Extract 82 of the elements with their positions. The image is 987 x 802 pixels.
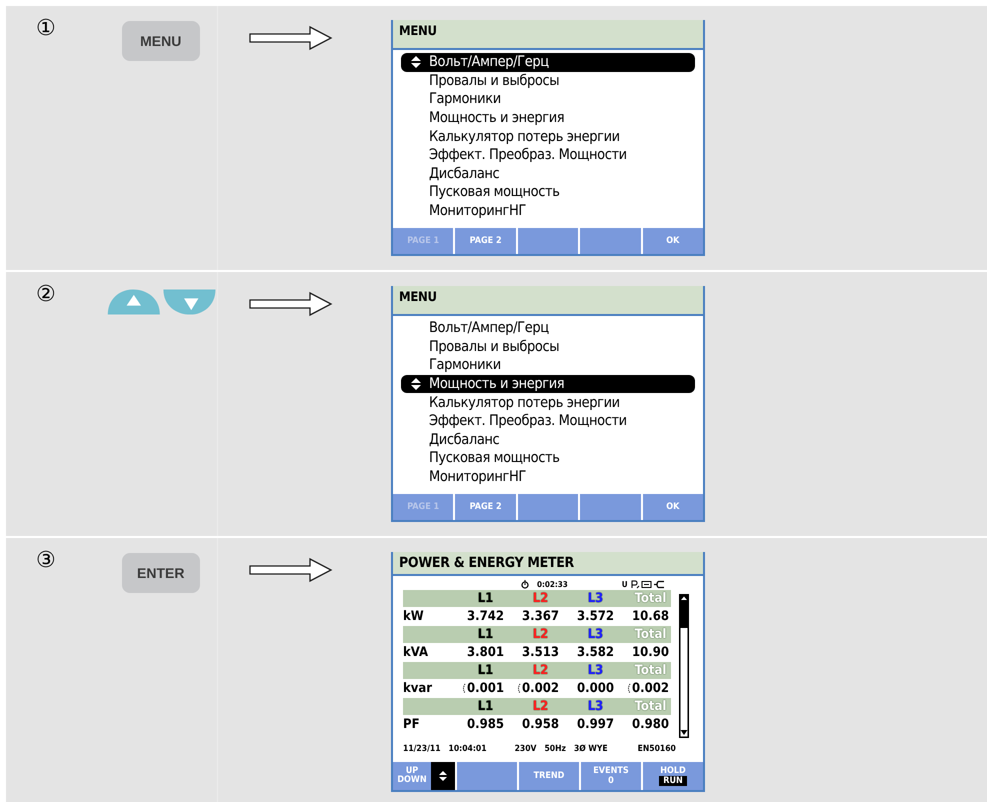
phase-header: L1 (476, 699, 494, 714)
menu-item[interactable]: Мощность и энергия (401, 108, 695, 128)
measurement-value: 3.801 (467, 645, 504, 660)
screen-title: POWER & ENERGY METER (393, 552, 703, 576)
screen-title: MENU (393, 286, 703, 316)
menu-item[interactable]: Калькулятор потерь энергии (401, 393, 695, 412)
menu-item[interactable]: Дисбаланс (401, 430, 695, 450)
menu-item[interactable]: Пусковая мощность (401, 449, 695, 468)
phase-header: L3 (586, 591, 604, 606)
unit-label: kVA (403, 645, 429, 660)
menu-item[interactable]: Вольт/Ампер/Герц (401, 53, 695, 72)
menu-item[interactable]: Калькулятор потерь энергии (401, 127, 695, 146)
hardware-key[interactable]: MENU (122, 21, 200, 61)
measurement-value: 0.002 (522, 681, 559, 696)
softkey[interactable]: HOLD RUN (643, 762, 703, 790)
menu-item[interactable]: Мощность и энергия (401, 374, 695, 394)
unit-label: kvar (403, 681, 434, 696)
stopwatch-icon (521, 580, 529, 588)
measurement-value: 10.68 (632, 609, 669, 624)
status-text: 50Hz (544, 744, 566, 754)
phase-header: L3 (586, 627, 604, 642)
menu-item[interactable]: Провалы и выбросы (401, 72, 695, 90)
step-number: ① (36, 18, 56, 40)
menu-item[interactable]: Эффект. Преобраз. Мощности (401, 146, 695, 165)
up-arrow-key-icon[interactable] (108, 289, 160, 315)
status-icons-drawing (630, 580, 665, 588)
menu-item[interactable]: Пусковая мощность (401, 183, 695, 202)
phase-header: L3 (586, 699, 604, 714)
status-text: 3Ø WYE (574, 744, 608, 754)
scrollbar[interactable] (679, 594, 689, 738)
hardware-key[interactable]: ENTER (122, 553, 200, 593)
right-arrow-icon (248, 24, 334, 52)
phase-header: L2 (532, 699, 550, 714)
phase-header: L2 (532, 663, 550, 678)
phase-header: Total (634, 663, 668, 678)
phase-header: Total (634, 591, 668, 606)
up-down-icon (411, 378, 421, 390)
menu-item[interactable]: Гармоники (401, 356, 695, 375)
unit-label: kW (403, 609, 425, 624)
measurement-value: 0.000 (577, 681, 614, 696)
status-text: 10:04:01 (448, 744, 487, 754)
phase-header: Total (634, 627, 668, 642)
up-down-icon (411, 56, 421, 68)
menu-item[interactable]: Гармоники (401, 90, 695, 109)
down-arrow-key-icon[interactable] (163, 289, 216, 315)
up-down-icon (439, 771, 447, 781)
status-text: 230V (514, 744, 536, 754)
phase-header: L3 (586, 663, 604, 678)
status-letter: U (622, 580, 628, 588)
measurement-value: 0.958 (522, 717, 559, 732)
measurement-value: 0.997 (577, 717, 614, 732)
phase-header: L1 (476, 591, 494, 606)
menu-item[interactable]: Дисбаланс (401, 164, 695, 184)
menu-item[interactable]: Вольт/Ампер/Герц (401, 319, 695, 338)
elapsed-time: 0:02:33 (537, 580, 568, 588)
right-arrow-icon (248, 556, 334, 584)
right-arrow-icon (248, 290, 334, 318)
phase-header: Total (634, 699, 668, 714)
step-number: ③ (36, 550, 56, 572)
phase-header: L2 (532, 591, 550, 606)
measurement-value: 3.513 (522, 645, 559, 660)
menu-item[interactable]: Провалы и выбросы (401, 338, 695, 356)
measurement-value: 10.90 (632, 645, 669, 660)
measurement-value: 0.980 (632, 717, 669, 732)
measurement-value: 0.002 (632, 681, 669, 696)
menu-item[interactable]: МониторингНГ (401, 468, 695, 486)
measurement-value: 0.001 (467, 681, 504, 696)
status-text: 11/23/11 (403, 744, 441, 754)
measurement-value: 3.582 (577, 645, 614, 660)
status-text: EN50160 (638, 744, 676, 754)
menu-item[interactable]: Эффект. Преобраз. Мощности (401, 412, 695, 431)
phase-header: L1 (476, 663, 494, 678)
phase-header: L2 (532, 627, 550, 642)
unit-label: PF (403, 717, 421, 732)
measurement-value: 0.985 (467, 717, 504, 732)
menu-item[interactable]: МониторингНГ (401, 202, 695, 220)
screen-title: MENU (393, 20, 703, 50)
measurement-value: 3.742 (467, 609, 504, 624)
measurement-value: 3.367 (522, 609, 559, 624)
phase-header: L1 (476, 627, 494, 642)
measurement-value: 3.572 (577, 609, 614, 624)
step-number: ② (36, 284, 56, 306)
